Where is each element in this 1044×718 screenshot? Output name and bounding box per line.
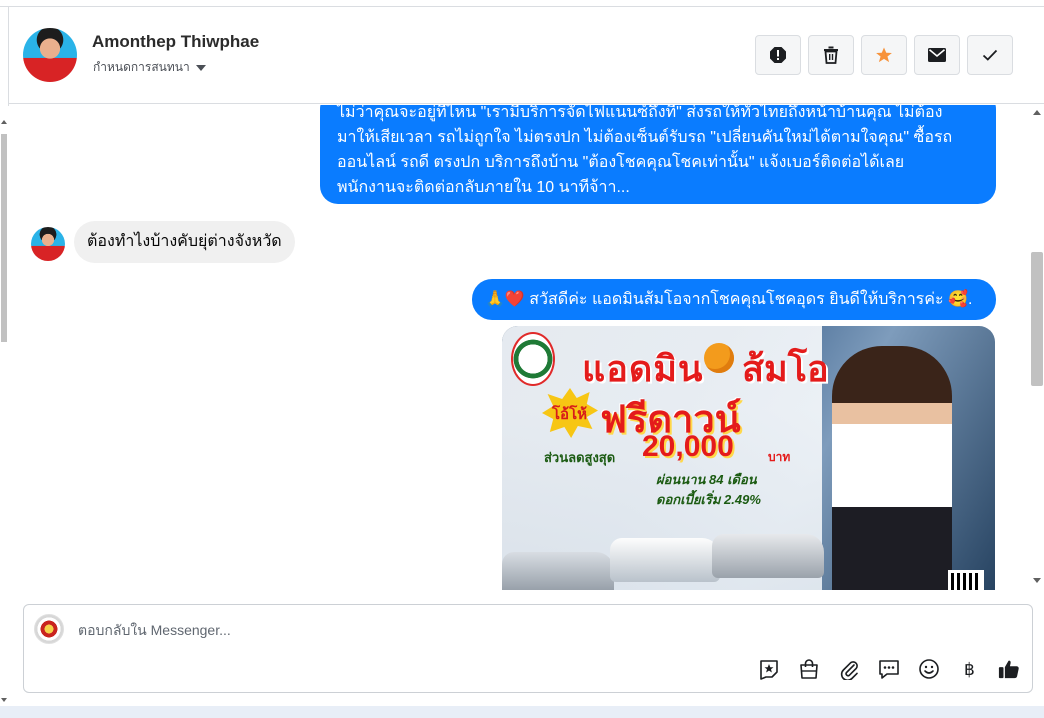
delete-button[interactable] xyxy=(808,35,854,75)
mark-done-button[interactable] xyxy=(967,35,1013,75)
star-button[interactable] xyxy=(861,35,907,75)
dealer-logo xyxy=(511,332,555,386)
message-thread[interactable]: ไม่ว่าคุณจะอยู่ที่ไหน "เรามีบริการจัดไฟแ… xyxy=(9,105,1029,590)
page-avatar xyxy=(34,614,64,644)
discount-label: ส่วนลดสูงสุด xyxy=(544,450,616,465)
page-footer-band xyxy=(0,706,1044,718)
message-line: พนักงานจะติดต่อกลับภายใน 10 นาทีจ้าา... xyxy=(337,179,630,196)
message-line: ออนไลน์ รถดี ตรงปก บริการถึงบ้าน "ต้องโช… xyxy=(337,154,905,171)
emoji-icon xyxy=(919,659,939,679)
reply-input[interactable] xyxy=(78,622,678,638)
reply-box: ฿ xyxy=(23,604,1033,693)
baht-icon: ฿ xyxy=(964,660,975,680)
saved-replies-button[interactable] xyxy=(878,658,900,680)
contact-name[interactable]: Amonthep Thiwphae xyxy=(92,32,259,52)
orange-icon xyxy=(704,343,734,373)
page-scroll-up-icon[interactable] xyxy=(1,120,7,124)
installment-text: ผ่อนนาน 84 เดือน xyxy=(656,472,757,487)
car-image xyxy=(610,538,720,582)
envelope-icon xyxy=(928,48,946,62)
saved-reply-icon xyxy=(879,660,899,679)
header-actions xyxy=(755,35,1013,75)
reply-toolbar: ฿ xyxy=(758,658,1020,680)
payment-button[interactable]: ฿ xyxy=(958,658,980,680)
emoji-button[interactable] xyxy=(918,658,940,680)
discount-amount: 20,000 xyxy=(642,430,734,463)
qr-code xyxy=(948,570,984,590)
shop-bag-icon xyxy=(800,659,818,679)
scroll-down-icon[interactable] xyxy=(1033,578,1041,583)
mark-unread-button[interactable] xyxy=(914,35,960,75)
star-icon xyxy=(876,47,892,63)
thread-scroll-thumb[interactable] xyxy=(1031,252,1043,386)
promo-image[interactable]: แอดมิน ส้มโอ โอ้โห้ ฟรีดาวน์ ส่วนลดสูงสุ… xyxy=(502,326,995,590)
svg-text:฿: ฿ xyxy=(964,660,975,680)
scroll-up-icon[interactable] xyxy=(1033,110,1041,115)
sticker-button[interactable] xyxy=(758,658,780,680)
thumbs-up-icon xyxy=(998,660,1019,679)
report-icon xyxy=(770,47,786,63)
incoming-message[interactable]: ต้องทำไงบ้างคับยุ่ต่างจังหวัด xyxy=(74,221,295,263)
messenger-inbox: Amonthep Thiwphae กำหนดการสนทนา ไม่ว่าคุ… xyxy=(0,0,1044,718)
trash-icon xyxy=(824,46,838,64)
conversation-settings-dropdown[interactable]: กำหนดการสนทนา xyxy=(93,58,206,77)
message-line: ไม่ว่าคุณจะอยู่ที่ไหน "เรามีบริการจัดไฟแ… xyxy=(337,105,943,121)
shop-button[interactable] xyxy=(798,658,820,680)
sender-avatar[interactable] xyxy=(31,227,65,261)
discount-unit: บาท xyxy=(768,450,791,464)
promo-title-right: ส้มโอ xyxy=(742,349,829,390)
check-icon xyxy=(982,49,998,61)
outgoing-message[interactable]: ไม่ว่าคุณจะอยู่ที่ไหน "เรามีบริการจัดไฟแ… xyxy=(320,105,996,204)
interest-text: ดอกเบี้ยเริ่ม 2.49% xyxy=(656,492,761,507)
outgoing-message[interactable]: 🙏❤️ สวัสดีค่ะ แอดมินส้มโอจากโชคคุณโชคอุด… xyxy=(472,279,996,320)
conversation-settings-label: กำหนดการสนทนา xyxy=(93,60,190,74)
page-scroll-thumb[interactable] xyxy=(1,134,7,342)
like-button[interactable] xyxy=(998,658,1020,680)
promo-person xyxy=(832,346,952,590)
caret-down-icon xyxy=(195,65,206,71)
attach-button[interactable] xyxy=(838,658,860,680)
attachment-icon xyxy=(840,661,858,680)
car-image xyxy=(712,534,824,578)
page-scroll-down-icon[interactable] xyxy=(1,698,7,702)
burst-text: โอ้โห้ xyxy=(552,406,588,423)
conversation-header: Amonthep Thiwphae กำหนดการสนทนา xyxy=(9,7,1044,104)
contact-avatar[interactable] xyxy=(23,28,77,82)
car-image xyxy=(502,552,614,590)
message-line: มาให้เสียเวลา รถไม่ถูกใจ ไม่ตรงปก ไม่ต้อ… xyxy=(337,129,953,146)
sticker-icon xyxy=(760,660,778,680)
report-button[interactable] xyxy=(755,35,801,75)
